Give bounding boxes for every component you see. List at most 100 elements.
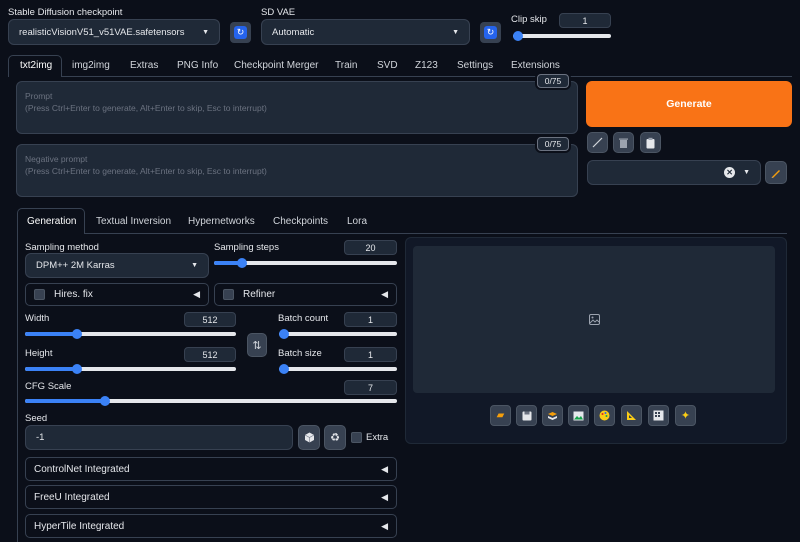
extra-checkbox[interactable] xyxy=(351,432,362,443)
clip-skip-input[interactable]: 1 xyxy=(559,13,611,28)
cfg-scale-thumb[interactable] xyxy=(100,396,110,406)
clear-prompt-button[interactable] xyxy=(613,132,634,153)
hires-fix-accordion[interactable]: Hires. fix ◀ xyxy=(25,283,209,306)
open-folder-button[interactable]: ▰ xyxy=(490,405,511,426)
tab-svd[interactable]: SVD xyxy=(377,60,398,71)
refresh-icon: ↻ xyxy=(234,26,247,39)
batch-size-slider[interactable] xyxy=(279,364,397,374)
chevron-down-icon: ▼ xyxy=(743,169,750,176)
negative-prompt-textarea[interactable]: Negative prompt (Press Ctrl+Enter to gen… xyxy=(16,144,578,197)
batch-count-input[interactable]: 1 xyxy=(344,312,397,327)
tab-txt2img[interactable]: txt2img xyxy=(20,60,52,71)
swap-icon: ⇅ xyxy=(252,339,262,352)
swap-dimensions-button[interactable]: ⇅ xyxy=(247,333,267,357)
clip-skip-label: Clip skip xyxy=(511,14,547,25)
cfg-scale-fill xyxy=(25,399,105,403)
recycle-icon: ♻ xyxy=(330,432,340,444)
vae-label: SD VAE xyxy=(261,7,296,18)
sampling-steps-label: Sampling steps xyxy=(214,242,279,253)
height-input[interactable]: 512 xyxy=(184,347,236,362)
refiner-checkbox[interactable] xyxy=(223,289,234,300)
width-slider[interactable] xyxy=(25,329,236,339)
clear-styles-icon[interactable]: ✕ xyxy=(724,167,736,178)
send-to-svd-button[interactable] xyxy=(648,405,669,426)
tab-extras[interactable]: Extras xyxy=(130,60,158,71)
collapse-triangle-icon: ◀ xyxy=(381,520,388,531)
send-to-img2img-button[interactable] xyxy=(568,405,589,426)
height-thumb[interactable] xyxy=(72,364,82,374)
width-fill xyxy=(25,332,77,336)
zip-button[interactable] xyxy=(542,405,563,426)
hypertile-label: HyperTile Integrated xyxy=(34,520,125,532)
tab-png-info[interactable]: PNG Info xyxy=(177,60,218,71)
checkpoint-dropdown[interactable]: realisticVisionV51_v51VAE.safetensors ▼ xyxy=(8,19,220,45)
collapse-triangle-icon: ◀ xyxy=(193,289,200,299)
refresh-vae-button[interactable]: ↻ xyxy=(480,22,501,43)
edit-styles-button[interactable] xyxy=(765,161,787,184)
image-placeholder-icon xyxy=(588,314,600,325)
tab-divider xyxy=(62,76,792,77)
cfg-scale-slider[interactable] xyxy=(25,396,397,406)
send-to-z123-button[interactable]: ✦ xyxy=(675,405,696,426)
reuse-seed-button[interactable]: ♻ xyxy=(324,425,346,450)
width-thumb[interactable] xyxy=(72,329,82,339)
width-input[interactable]: 512 xyxy=(184,312,236,327)
hires-fix-checkbox[interactable] xyxy=(34,289,45,300)
subtab-textual-inversion[interactable]: Textual Inversion xyxy=(96,216,171,227)
tab-train[interactable]: Train xyxy=(335,60,357,71)
freeu-accordion[interactable]: FreeU Integrated ◀ xyxy=(25,485,397,509)
film-icon xyxy=(653,410,664,421)
seed-input[interactable]: -1 xyxy=(25,425,293,450)
checkpoint-value: realisticVisionV51_v51VAE.safetensors xyxy=(19,26,185,38)
styles-dropdown[interactable]: ✕ ▼ xyxy=(587,160,761,185)
dice-icon xyxy=(304,432,314,443)
sampling-steps-input[interactable]: 20 xyxy=(344,240,397,255)
tab-checkpoint-merger[interactable]: Checkpoint Merger xyxy=(234,60,318,71)
extra-seed-toggle[interactable]: Extra xyxy=(351,432,388,443)
send-to-inpaint-button[interactable] xyxy=(594,405,615,426)
hypertile-accordion[interactable]: HyperTile Integrated ◀ xyxy=(25,514,397,538)
prompt-textarea[interactable]: Prompt (Press Ctrl+Enter to generate, Al… xyxy=(16,81,578,134)
hires-fix-label: Hires. fix xyxy=(54,289,93,300)
width-label: Width xyxy=(25,313,50,324)
subtab-hypernetworks[interactable]: Hypernetworks xyxy=(188,216,255,227)
save-button[interactable] xyxy=(516,405,537,426)
batch-count-thumb[interactable] xyxy=(279,329,289,339)
sampling-steps-thumb[interactable] xyxy=(237,258,247,268)
tab-img2img[interactable]: img2img xyxy=(72,60,110,71)
clip-skip-slider[interactable] xyxy=(513,31,611,41)
negative-token-counter: 0/75 xyxy=(537,137,569,151)
generate-button[interactable]: Generate xyxy=(586,81,792,127)
controlnet-accordion[interactable]: ControlNet Integrated ◀ xyxy=(25,457,397,481)
subtab-generation[interactable]: Generation xyxy=(27,216,76,227)
subtab-checkpoints[interactable]: Checkpoints xyxy=(273,216,328,227)
chevron-down-icon: ▼ xyxy=(202,28,209,36)
tab-z123[interactable]: Z123 xyxy=(415,60,438,71)
batch-count-slider[interactable] xyxy=(279,329,397,339)
batch-size-thumb[interactable] xyxy=(279,364,289,374)
refresh-checkpoint-button[interactable]: ↻ xyxy=(230,22,251,43)
random-seed-button[interactable] xyxy=(298,425,320,450)
sampling-method-dropdown[interactable]: DPM++ 2M Karras ▼ xyxy=(25,253,209,278)
main-tabs: txt2img img2img Extras PNG Info Checkpoi… xyxy=(8,55,792,77)
tab-settings[interactable]: Settings xyxy=(457,60,493,71)
negative-prompt-hint: (Press Ctrl+Enter to generate, Alt+Enter… xyxy=(25,166,267,176)
subtab-lora[interactable]: Lora xyxy=(347,216,367,227)
vae-dropdown[interactable]: Automatic ▼ xyxy=(261,19,470,45)
styles-clipboard-button[interactable] xyxy=(640,132,661,153)
send-to-extras-button[interactable] xyxy=(621,405,642,426)
tab-extensions[interactable]: Extensions xyxy=(511,60,560,71)
height-slider[interactable] xyxy=(25,364,236,374)
triangle-ruler-icon xyxy=(627,411,636,420)
refiner-accordion[interactable]: Refiner ◀ xyxy=(214,283,397,306)
sampling-method-value: DPM++ 2M Karras xyxy=(36,260,115,271)
panel-left-border xyxy=(17,233,18,542)
arrow-icon xyxy=(592,137,603,148)
clip-skip-thumb[interactable] xyxy=(513,31,523,41)
archive-icon xyxy=(548,411,557,420)
sampling-steps-slider[interactable] xyxy=(214,258,397,268)
extra-label: Extra xyxy=(366,432,389,443)
cfg-scale-input[interactable]: 7 xyxy=(344,380,397,395)
read-params-button[interactable] xyxy=(587,132,608,153)
batch-size-input[interactable]: 1 xyxy=(344,347,397,362)
